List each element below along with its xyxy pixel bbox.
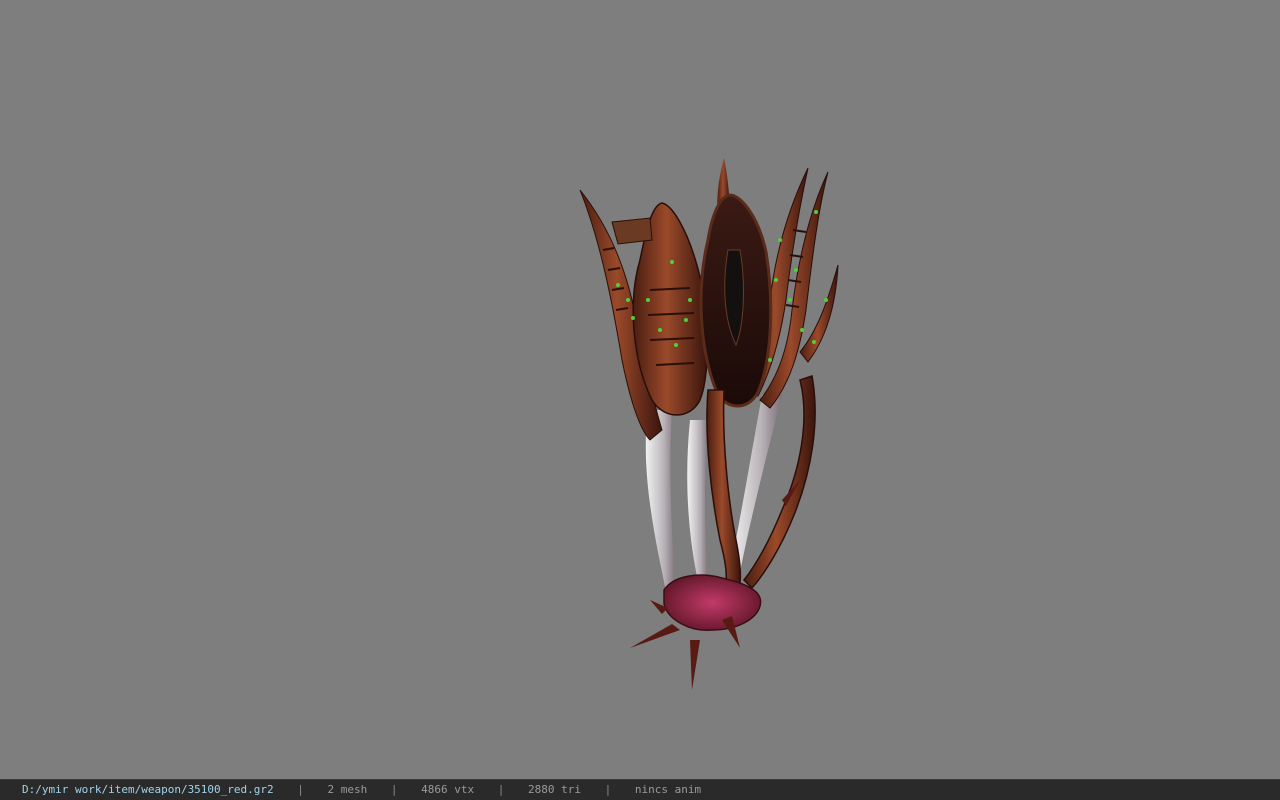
handle	[706, 389, 742, 607]
mesh-count: 2 mesh	[327, 783, 368, 796]
3d-viewport[interactable]	[0, 0, 1280, 779]
separator: |	[390, 783, 398, 796]
separator: |	[604, 783, 612, 796]
file-path: D:/ymir work/item/weapon/35100_red.gr2	[22, 783, 274, 796]
triangle-count: 2880 tri	[528, 783, 582, 796]
blade-middle	[687, 420, 708, 590]
pommel	[663, 574, 762, 631]
weapon-model[interactable]	[0, 0, 1280, 779]
animation-status: nincs anim	[634, 783, 702, 796]
separator: |	[297, 783, 304, 796]
separator: |	[497, 783, 505, 796]
vertex-count: 4866 vtx	[421, 783, 475, 796]
status-bar: D:/ymir work/item/weapon/35100_red.gr2 |…	[0, 779, 1280, 800]
top-plate	[611, 217, 653, 245]
